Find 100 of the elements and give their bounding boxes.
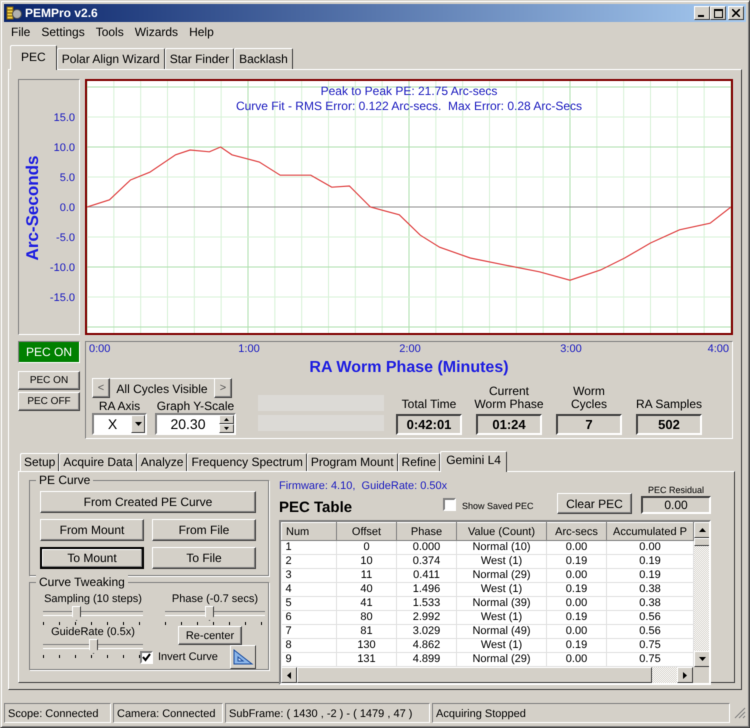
pec-status-indicator: PEC ON (18, 341, 80, 363)
pe-curve-button[interactable]: From File (152, 519, 256, 541)
column-header[interactable]: Num (282, 522, 336, 540)
tab[interactable]: Frequency Spectrum (187, 453, 307, 471)
y-tick-label: -15.0 (50, 291, 75, 305)
app-icon (6, 5, 22, 21)
y-tick-label: 15.0 (54, 111, 75, 125)
pec-button[interactable]: PEC ON (18, 371, 80, 390)
table-cell: 80 (336, 610, 396, 624)
table-cell: 3.029 (396, 624, 456, 638)
slider-thumb[interactable] (89, 639, 98, 654)
close-button[interactable] (728, 6, 744, 20)
left-arrow-icon (287, 672, 291, 678)
tab[interactable]: Analyze (136, 453, 188, 471)
table-cell: Normal (39) (456, 596, 546, 610)
menu-item[interactable]: Help (184, 24, 220, 38)
tab[interactable]: PEC (10, 45, 57, 70)
maximize-button[interactable] (710, 6, 726, 20)
pe-curve-button[interactable]: From Mount (40, 519, 144, 541)
previous-cycle-button[interactable]: < (92, 378, 110, 398)
table-cell: 0.374 (396, 554, 456, 568)
table-cell: 0.19 (546, 554, 606, 568)
next-cycle-button[interactable]: > (214, 378, 232, 398)
column-header[interactable]: Value (Count) (456, 522, 546, 540)
table-cell: 10 (336, 554, 396, 568)
tab[interactable]: Gemini L4 (440, 451, 507, 472)
table-cell: 4 (282, 582, 336, 596)
re-center-button[interactable]: Re-center (178, 626, 242, 645)
tab[interactable]: Program Mount (306, 453, 398, 471)
pe-curve-button[interactable]: To File (152, 547, 256, 569)
stat-value: 7 (556, 414, 622, 435)
x-tick-label: 4:00 (708, 343, 729, 355)
y-axis-title: Arc-Seconds (23, 156, 43, 260)
vertical-scrollbar[interactable] (694, 522, 709, 667)
clear-pec-button[interactable]: Clear PEC (556, 493, 632, 514)
down-arrow-icon (224, 427, 229, 430)
up-arrow-icon (698, 528, 706, 532)
x-tick-label: 3:00 (560, 343, 582, 355)
table-cell: 0.19 (546, 582, 606, 596)
scrollbar-thumb[interactable] (297, 667, 652, 683)
x-tick-label: 2:00 (399, 343, 421, 355)
menu-item[interactable]: File (6, 24, 36, 38)
table-cell: Normal (49) (456, 624, 546, 638)
slider-label: Sampling (10 steps) (44, 593, 142, 606)
stat-value: 502 (636, 414, 702, 435)
slider-thumb[interactable] (205, 606, 214, 621)
y-tick-label: 5.0 (60, 171, 75, 185)
window-title: PEMPro v2.6 (25, 6, 99, 20)
minimize-button[interactable] (694, 6, 710, 20)
slider-label: Phase (-0.7 secs) (172, 593, 258, 606)
checkbox[interactable] (140, 650, 153, 664)
y-scale-spinbox[interactable]: 20.30 (155, 413, 236, 435)
chart-stat-text: Curve Fit - RMS Error: 0.122 Arc-secs. Max Error: 0.28 Arc-Secs (236, 99, 582, 114)
table-cell: 0.38 (606, 582, 694, 596)
menu-item[interactable]: Wizards (130, 24, 184, 38)
down-arrow-icon (698, 657, 706, 661)
pe-curve-button[interactable]: To Mount (40, 547, 144, 569)
table-cell: 81 (336, 624, 396, 638)
tab[interactable]: Acquire Data (59, 453, 137, 471)
tab[interactable]: Backlash (234, 48, 293, 69)
pec-button[interactable]: PEC OFF (18, 392, 80, 411)
table-cell: Normal (10) (456, 540, 546, 554)
checkbox[interactable] (443, 498, 456, 511)
resize-grip-icon (734, 707, 746, 719)
x-axis-title: RA Worm Phase (Minutes) (308, 358, 510, 378)
table-cell: 1.533 (396, 596, 456, 610)
tab[interactable]: Setup (20, 453, 60, 471)
table-cell: 0.75 (606, 638, 694, 652)
scrollbar-thumb[interactable] (694, 538, 709, 546)
column-header[interactable]: Phase (396, 522, 456, 540)
stat-label: Current Worm Phase (474, 385, 544, 411)
table-cell: 0.19 (546, 638, 606, 652)
table-cell: 5 (282, 596, 336, 610)
up-arrow-icon (224, 418, 229, 421)
pe-curve-button[interactable]: From Created PE Curve (40, 491, 256, 513)
field-label: RA Axis (98, 399, 140, 413)
table-cell: 0.38 (606, 596, 694, 610)
column-header[interactable]: Accumulated P (606, 522, 694, 540)
column-header[interactable]: Offset (336, 522, 396, 540)
horizontal-scrollbar[interactable] (281, 667, 709, 683)
table-cell: 3 (282, 568, 336, 582)
ra-axis-dropdown[interactable]: X (92, 413, 147, 435)
scrollbar-corner (693, 667, 709, 683)
stat-label: Worm Cycles (570, 385, 608, 411)
tab[interactable]: Star Finder (164, 48, 234, 69)
slider-thumb[interactable] (72, 606, 81, 621)
x-tick-label: 1:00 (238, 343, 260, 355)
menu-item[interactable]: Tools (90, 24, 130, 38)
menu-item[interactable]: Settings (36, 24, 91, 38)
checkbox-label: Show Saved PEC (462, 501, 535, 511)
table-cell: 0.00 (606, 540, 694, 554)
table-cell: 1.496 (396, 582, 456, 596)
column-header[interactable]: Arc-secs (546, 522, 606, 540)
table-cell: 0.000 (396, 540, 456, 554)
tab[interactable]: Polar Align Wizard (56, 48, 165, 69)
checkbox-label: Invert Curve (158, 651, 218, 663)
table-cell: 0.56 (606, 610, 694, 624)
set-square-button[interactable] (230, 645, 256, 669)
table-cell: 0.19 (606, 554, 694, 568)
firmware-info: Firmware: 4.10, GuideRate: 0.50x (279, 480, 448, 493)
